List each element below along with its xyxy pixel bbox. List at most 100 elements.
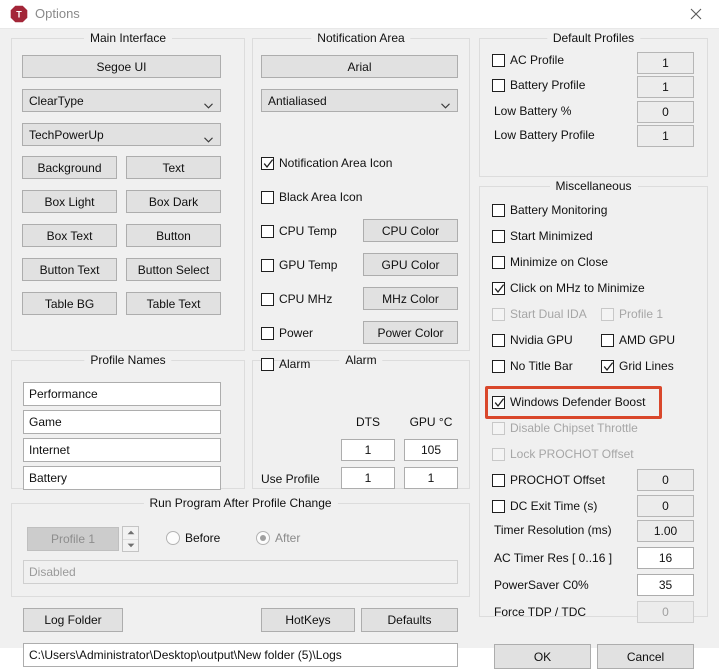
- profile-name-input-4[interactable]: Battery: [23, 466, 221, 490]
- checkbox-alarm[interactable]: Alarm: [261, 357, 310, 371]
- color-button-table-bg[interactable]: Table BG: [22, 292, 117, 315]
- color-button-box-text[interactable]: Box Text: [22, 224, 117, 247]
- checkbox-box: [261, 157, 274, 170]
- checkbox-box: [492, 54, 505, 67]
- checkbox-box: [492, 204, 505, 217]
- ac-timer-res-input[interactable]: 16: [637, 547, 694, 569]
- notification-smoothing-combo[interactable]: Antialiased: [261, 89, 458, 112]
- checkbox-box: [492, 256, 505, 269]
- group-legend-profile-names: Profile Names: [84, 353, 171, 367]
- checkbox-amd-gpu[interactable]: AMD GPU: [601, 333, 675, 347]
- defaults-button[interactable]: Defaults: [361, 608, 458, 632]
- check-tick-icon: [494, 283, 505, 295]
- color-button-box-dark[interactable]: Box Dark: [126, 190, 221, 213]
- profile-name-input-2[interactable]: Game: [23, 410, 221, 434]
- low-battery-percent-input[interactable]: 0: [637, 101, 694, 123]
- radio-before[interactable]: Before: [166, 531, 220, 545]
- group-legend-miscellaneous: Miscellaneous: [549, 179, 637, 193]
- ac-timer-res-label: AC Timer Res [ 0..16 ]: [494, 551, 612, 565]
- log-path-input[interactable]: C:\Users\Administrator\Desktop\output\Ne…: [23, 643, 458, 667]
- low-battery-profile-input[interactable]: 1: [637, 125, 694, 147]
- checkbox-box: [492, 230, 505, 243]
- spinner-up-icon[interactable]: [123, 527, 138, 539]
- powersaver-c0-input[interactable]: 35: [637, 574, 694, 596]
- checkbox-lock-prochot-offset: Lock PROCHOT Offset: [492, 447, 634, 461]
- checkbox-prochot-offset[interactable]: PROCHOT Offset: [492, 473, 605, 487]
- checkbox-black-area-icon[interactable]: Black Area Icon: [261, 190, 362, 204]
- alarm-column-gpu: GPU °C: [401, 415, 461, 429]
- radio-circle-icon: [256, 531, 270, 545]
- checkbox-cpu-mhz[interactable]: CPU MHz: [261, 292, 332, 306]
- checkbox-dc-exit-time[interactable]: DC Exit Time (s): [492, 499, 597, 513]
- rendering-mode-combo[interactable]: ClearType: [22, 89, 221, 112]
- profile-name-input-1[interactable]: Performance: [23, 382, 221, 406]
- options-dialog-body: Main Interface Segoe UI ClearType TechPo…: [0, 29, 719, 648]
- checkbox-start-minimized[interactable]: Start Minimized: [492, 229, 593, 243]
- checkbox-cpu-temp[interactable]: CPU Temp: [261, 224, 337, 238]
- color-button-button-text[interactable]: Button Text: [22, 258, 117, 281]
- cpu-color-button[interactable]: CPU Color: [363, 219, 458, 242]
- timer-resolution-input: 1.00: [637, 520, 694, 542]
- alarm-gpu-input[interactable]: 105: [404, 439, 458, 461]
- checkbox-ac-profile[interactable]: AC Profile: [492, 53, 564, 67]
- checkbox-no-title-bar[interactable]: No Title Bar: [492, 359, 573, 373]
- low-battery-profile-label: Low Battery Profile: [494, 128, 595, 142]
- checkbox-label: CPU Temp: [279, 224, 337, 238]
- ac-profile-input[interactable]: 1: [637, 52, 694, 74]
- force-tdp-tdc-label: Force TDP / TDC: [494, 605, 586, 619]
- checkbox-battery-profile[interactable]: Battery Profile: [492, 78, 585, 92]
- main-font-button[interactable]: Segoe UI: [22, 55, 221, 78]
- run-program-path-input[interactable]: Disabled: [23, 560, 458, 584]
- checkbox-box: [492, 500, 505, 513]
- log-folder-button[interactable]: Log Folder: [23, 608, 123, 632]
- svg-text:T: T: [16, 10, 22, 20]
- gpu-color-button[interactable]: GPU Color: [363, 253, 458, 276]
- checkbox-notification-area-icon[interactable]: Notification Area Icon: [261, 156, 392, 170]
- run-program-profile-stepper[interactable]: [122, 526, 139, 552]
- close-icon[interactable]: [673, 0, 719, 28]
- group-legend-main-interface: Main Interface: [84, 31, 172, 45]
- checkbox-box: [492, 79, 505, 92]
- theme-combo[interactable]: TechPowerUp: [22, 123, 221, 146]
- run-program-profile-button[interactable]: Profile 1: [27, 527, 119, 551]
- alarm-profile-dts-input[interactable]: 1: [341, 467, 395, 489]
- alarm-dts-input[interactable]: 1: [341, 439, 395, 461]
- profile-name-input-3[interactable]: Internet: [23, 438, 221, 462]
- checkbox-box: [261, 225, 274, 238]
- checkbox-label: Nvidia GPU: [510, 333, 573, 347]
- radio-after-label: After: [275, 531, 300, 545]
- color-button-button[interactable]: Button: [126, 224, 221, 247]
- checkbox-box: [261, 327, 274, 340]
- notification-smoothing-value: Antialiased: [268, 94, 327, 108]
- color-button-table-text[interactable]: Table Text: [126, 292, 221, 315]
- checkbox-nvidia-gpu[interactable]: Nvidia GPU: [492, 333, 573, 347]
- checkbox-power[interactable]: Power: [261, 326, 313, 340]
- throttlestop-octagon-icon: T: [10, 5, 28, 23]
- checkbox-box: [601, 334, 614, 347]
- checkbox-click-on-mhz-to-minimize[interactable]: Click on MHz to Minimize: [492, 281, 645, 295]
- checkbox-gpu-temp[interactable]: GPU Temp: [261, 258, 337, 272]
- color-button-text[interactable]: Text: [126, 156, 221, 179]
- notification-font-button[interactable]: Arial: [261, 55, 458, 78]
- power-color-button[interactable]: Power Color: [363, 321, 458, 344]
- spinner-down-icon[interactable]: [123, 539, 138, 552]
- hotkeys-button[interactable]: HotKeys: [261, 608, 355, 632]
- alarm-profile-gpu-input[interactable]: 1: [404, 467, 458, 489]
- checkbox-box: [492, 422, 505, 435]
- color-button-box-light[interactable]: Box Light: [22, 190, 117, 213]
- page-title: Options: [35, 6, 80, 21]
- check-tick-icon: [494, 397, 505, 409]
- color-button-button-select[interactable]: Button Select: [126, 258, 221, 281]
- color-button-background[interactable]: Background: [22, 156, 117, 179]
- dc-exit-time-input[interactable]: 0: [637, 495, 694, 517]
- checkbox-grid-lines[interactable]: Grid Lines: [601, 359, 674, 373]
- mhz-color-button[interactable]: MHz Color: [363, 287, 458, 310]
- battery-profile-input[interactable]: 1: [637, 76, 694, 98]
- checkbox-label: Notification Area Icon: [279, 156, 392, 170]
- checkbox-box: [492, 334, 505, 347]
- radio-after[interactable]: After: [256, 531, 300, 545]
- checkbox-minimize-on-close[interactable]: Minimize on Close: [492, 255, 608, 269]
- checkbox-battery-monitoring[interactable]: Battery Monitoring: [492, 203, 607, 217]
- prochot-offset-input[interactable]: 0: [637, 469, 694, 491]
- checkbox-windows-defender-boost[interactable]: Windows Defender Boost: [492, 395, 645, 409]
